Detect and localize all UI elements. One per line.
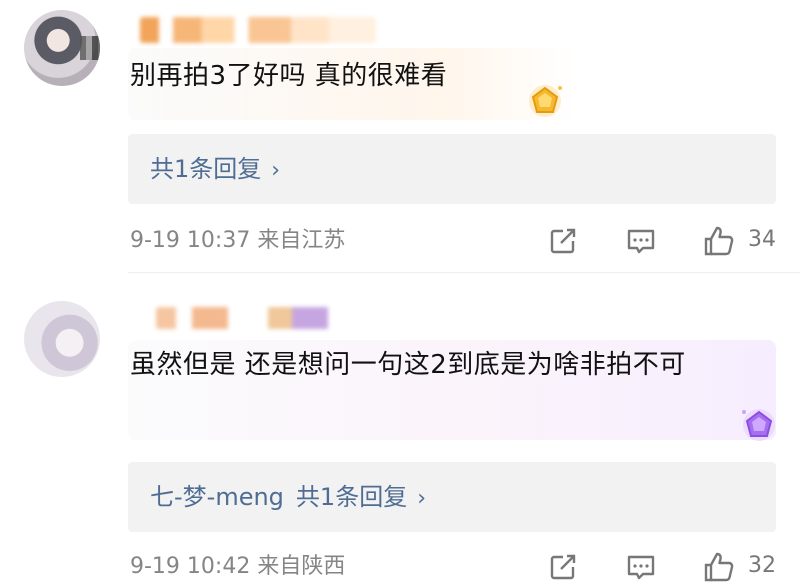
comment-actions: 32 — [540, 546, 780, 586]
chevron-right-icon: › — [417, 486, 427, 511]
comment-location: 来自陕西 — [257, 554, 346, 579]
comment-icon[interactable] — [624, 550, 658, 584]
reply-summary-box[interactable]: 七-梦-meng 共1条回复 › — [128, 462, 776, 532]
avatar[interactable] — [24, 301, 100, 377]
reply-username[interactable]: 七-梦-meng — [150, 483, 284, 511]
comment-item-2: 虽然但是 还是想问一句这2到底是为啥非拍不可 七-梦-meng 共1条回复 › 9-… — [0, 0, 800, 588]
reply-summary-link[interactable]: 七-梦-meng 共1条回复 › — [150, 478, 426, 518]
share-icon[interactable] — [546, 550, 580, 584]
comment-time: 9-19 10:42 — [130, 554, 251, 579]
thumbs-up-icon[interactable] — [702, 550, 736, 584]
reply-count-label: 共1条回复 — [295, 483, 408, 511]
username-redacted[interactable] — [156, 307, 356, 329]
comment-meta: 9-19 10:42 来自陕西 — [130, 552, 345, 582]
like-count: 32 — [748, 553, 776, 578]
purple-gem-badge-icon — [742, 409, 775, 441]
comment-text: 虽然但是 还是想问一句这2到底是为啥非拍不可 — [130, 350, 686, 380]
